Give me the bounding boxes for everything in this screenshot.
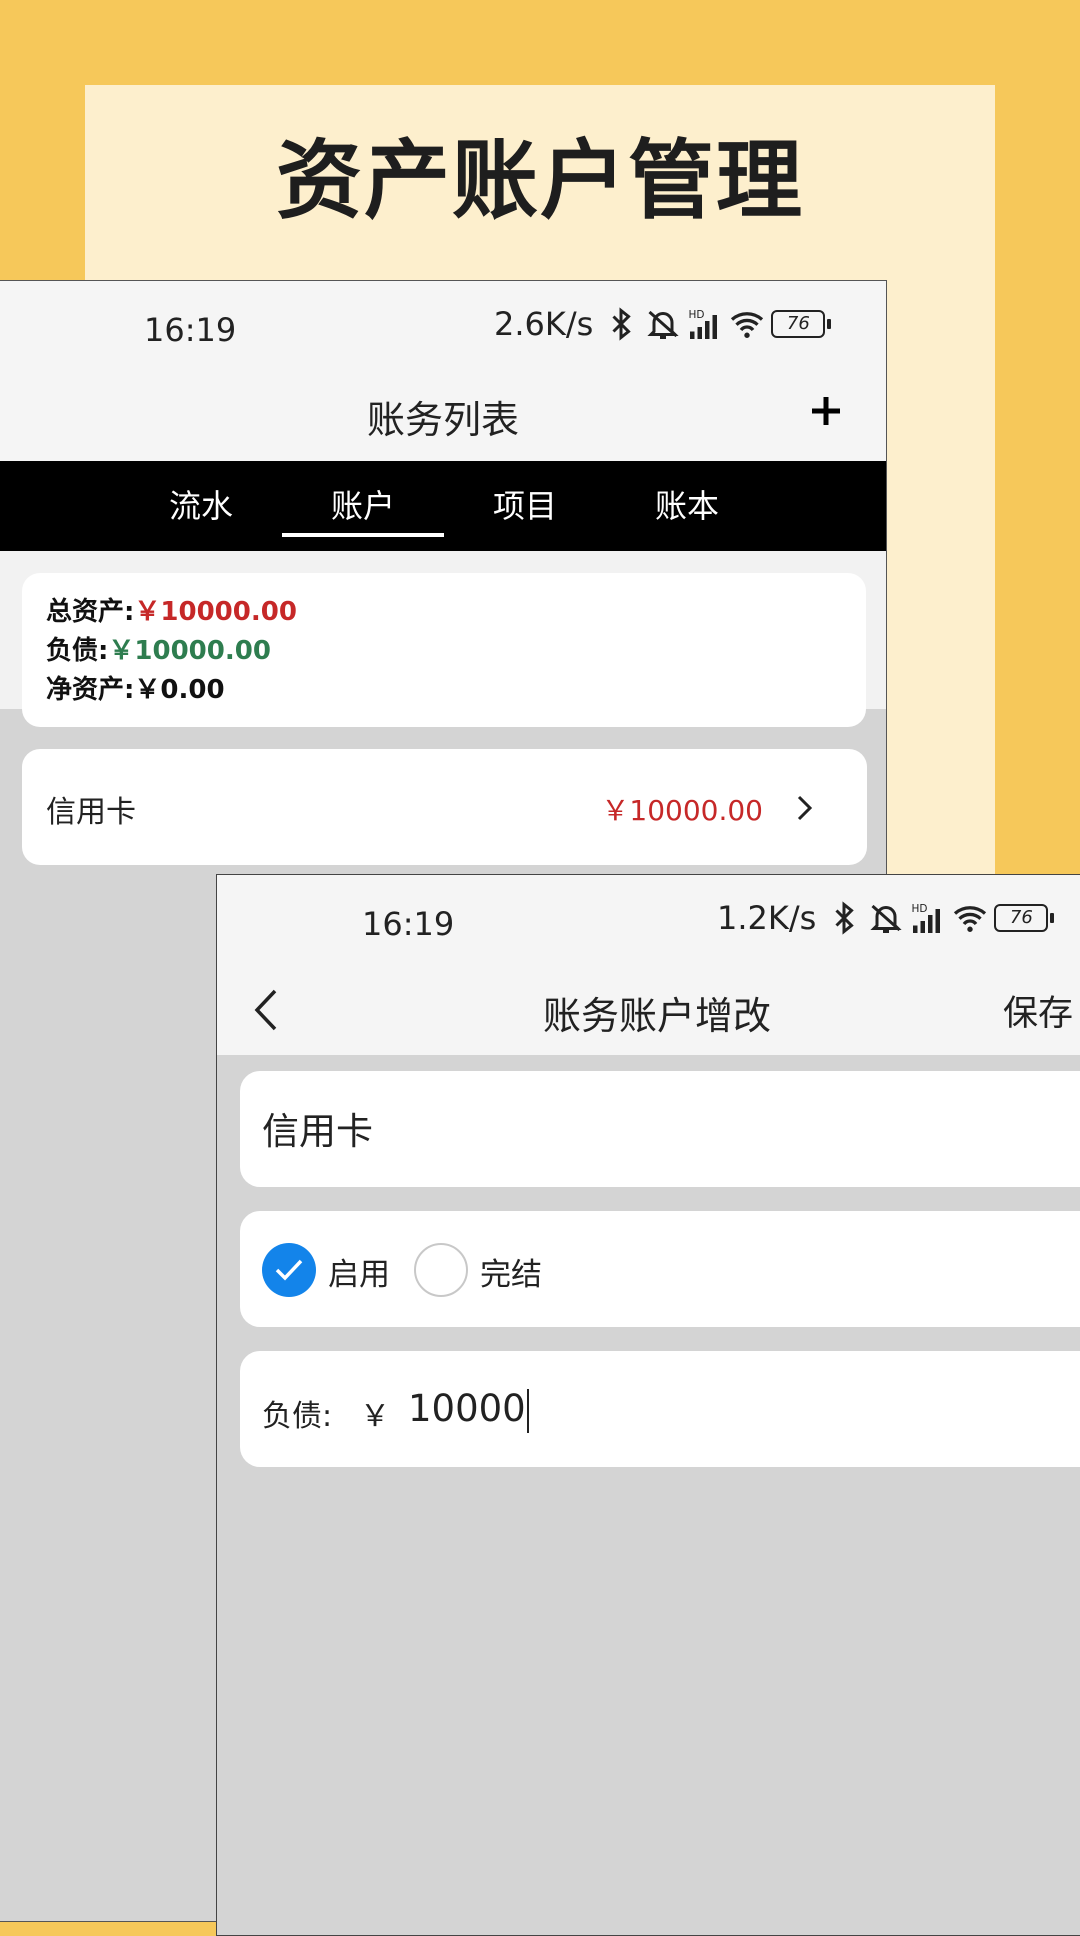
phone-account-edit: 16:19 1.2K/s HD 76 账务账户增改 保存 信用卡 启用 完结 负… [216, 874, 1080, 1936]
status-bar: 16:19 1.2K/s HD 76 [217, 875, 1080, 965]
tab-flow[interactable]: 流水 [120, 481, 282, 527]
enabled-radio[interactable] [262, 1243, 316, 1297]
title-bar: 账务列表 [0, 371, 886, 461]
account-name-input[interactable]: 信用卡 [262, 1101, 373, 1155]
status-time: 16:19 [362, 905, 455, 943]
total-assets-line: 总资产:￥10000.00 [46, 593, 842, 632]
debt-amount-text: 10000 [408, 1387, 526, 1430]
debt-label: 负债: [262, 1399, 333, 1434]
total-assets-label: 总资产: [46, 597, 135, 627]
account-name: 信用卡 [46, 795, 136, 830]
signal-icon: HD [912, 903, 941, 933]
signal-icon: HD [689, 309, 718, 339]
tab-bar: 流水 账户 项目 账本 [0, 461, 886, 551]
summary-section: 总资产:￥10000.00 负债:￥10000.00 净资产:￥0.00 [0, 551, 886, 727]
status-icons: 1.2K/s HD 76 [717, 899, 1055, 937]
wifi-icon [954, 906, 987, 932]
total-assets-value: ￥10000.00 [134, 597, 297, 627]
account-row[interactable]: 信用卡 ￥10000.00 [22, 749, 867, 865]
debt-label: 负债: [46, 636, 109, 666]
network-speed: 1.2K/s [717, 899, 817, 937]
chevron-right-icon [797, 795, 813, 821]
net-assets-line: 净资产:￥0.00 [46, 671, 842, 710]
active-tab-indicator [282, 533, 444, 537]
title-bar: 账务账户增改 保存 [217, 965, 1080, 1055]
finished-label: 完结 [480, 1257, 542, 1293]
network-speed: 2.6K/s [494, 305, 594, 343]
svg-text:HD: HD [689, 309, 705, 321]
page-title: 账务列表 [366, 398, 519, 442]
status-card: 启用 完结 [240, 1211, 1080, 1327]
summary-card: 总资产:￥10000.00 负债:￥10000.00 净资产:￥0.00 [22, 573, 866, 727]
mute-bell-icon [647, 310, 679, 339]
bluetooth-icon [612, 307, 632, 341]
battery-icon: 76 [771, 310, 832, 338]
check-icon [275, 1259, 303, 1281]
enabled-label: 启用 [328, 1257, 390, 1293]
currency-symbol: ￥ [360, 1399, 390, 1434]
debt-card: 负债: ￥ 10000 [240, 1351, 1080, 1467]
battery-level: 76 [994, 904, 1049, 932]
net-assets-value: ￥0.00 [134, 675, 225, 705]
name-card: 信用卡 [240, 1071, 1080, 1187]
save-button[interactable]: 保存 [1003, 985, 1073, 1036]
add-icon[interactable] [806, 391, 846, 431]
tab-accounts[interactable]: 账户 [282, 481, 444, 527]
bluetooth-icon [835, 901, 855, 935]
account-amount: ￥10000.00 [601, 794, 763, 827]
battery-icon: 76 [994, 904, 1055, 932]
promo-title: 资产账户管理 [276, 131, 804, 231]
status-time: 16:19 [144, 311, 237, 349]
debt-amount-input[interactable]: 10000 [408, 1387, 529, 1433]
text-cursor [526, 1388, 529, 1433]
svg-text:HD: HD [912, 903, 928, 915]
page-title: 账务账户增改 [542, 994, 771, 1038]
tab-ledgers[interactable]: 账本 [606, 481, 768, 527]
battery-level: 76 [771, 310, 826, 338]
status-icons: 2.6K/s HD 76 [494, 305, 832, 343]
tab-projects[interactable]: 项目 [444, 481, 606, 527]
mute-bell-icon [870, 904, 902, 933]
net-assets-label: 净资产: [46, 675, 135, 705]
debt-value: ￥10000.00 [108, 636, 271, 666]
debt-line: 负债:￥10000.00 [46, 632, 842, 671]
wifi-icon [731, 312, 764, 338]
finished-radio[interactable] [414, 1243, 468, 1297]
status-bar: 16:19 2.6K/s HD 76 [0, 281, 886, 371]
